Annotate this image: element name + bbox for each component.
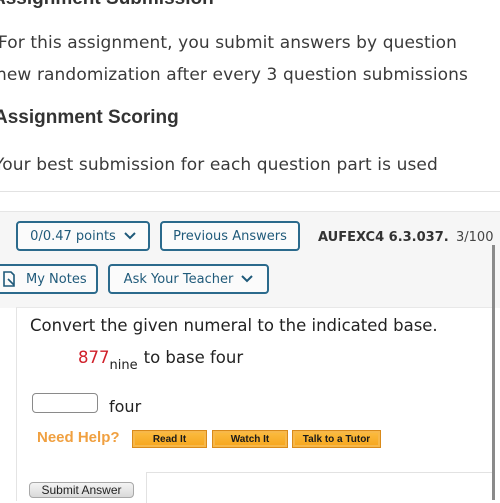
target-base-text: to base four <box>143 348 244 367</box>
points-label: 0/0.47 points <box>30 228 116 244</box>
chevron-down-icon <box>124 232 136 240</box>
submission-text-line-1: For this assignment, you submit answers … <box>0 33 457 53</box>
previous-answers-label: Previous Answers <box>173 228 287 244</box>
previous-answers-button[interactable]: Previous Answers <box>160 221 300 251</box>
answer-unit: four <box>109 397 142 416</box>
answer-input[interactable] <box>32 393 98 413</box>
watch-it-button[interactable]: Watch It <box>212 430 288 448</box>
scrollbar[interactable] <box>492 245 495 500</box>
ask-teacher-dropdown[interactable]: Ask Your Teacher <box>108 264 269 294</box>
question-id: AUFEXC4 6.3.037. <box>318 230 449 245</box>
numeral-expression: 877nine to base four <box>78 348 244 373</box>
read-it-button[interactable]: Read It <box>132 430 207 448</box>
my-notes-label: My Notes <box>26 271 87 287</box>
submit-answer-button[interactable]: Submit Answer <box>29 482 134 498</box>
question-prompt: Convert the given numeral to the indicat… <box>30 316 438 335</box>
my-notes-button[interactable]: My Notes <box>0 264 98 294</box>
section-divider <box>0 191 500 192</box>
scoring-heading: Assignment Scoring <box>0 107 179 128</box>
ask-teacher-label: Ask Your Teacher <box>123 271 234 287</box>
scoring-text-line-1: Your best submission for each question p… <box>0 155 438 175</box>
submission-text-line-2: new randomization after every 3 question… <box>0 65 469 85</box>
submission-count: 3/100 <box>456 230 494 245</box>
numeral-base: nine <box>109 358 138 373</box>
points-dropdown[interactable]: 0/0.47 points <box>16 221 150 251</box>
need-help-label: Need Help? <box>37 429 120 446</box>
submission-heading: Assignment Submission <box>0 0 214 10</box>
chevron-down-icon <box>241 275 254 283</box>
feedback-area <box>146 472 495 503</box>
notes-icon <box>3 271 15 287</box>
talk-to-tutor-button[interactable]: Talk to a Tutor <box>292 430 381 448</box>
numeral-value: 877 <box>78 348 110 367</box>
